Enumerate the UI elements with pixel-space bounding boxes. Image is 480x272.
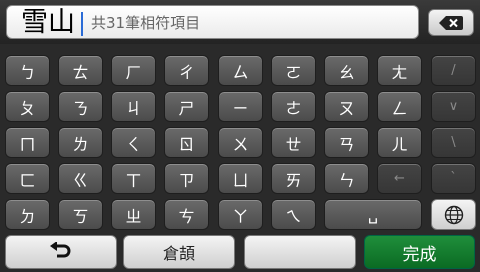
key-t[interactable]: ㄊ — [58, 55, 103, 86]
key-j[interactable]: ㄐ — [111, 91, 156, 122]
key-ao[interactable]: ㄠ — [324, 55, 369, 86]
key-eng[interactable]: ㄥ — [377, 91, 422, 122]
key-left-arrow[interactable]: ← — [377, 163, 422, 194]
key-e[interactable]: ㄜ — [271, 91, 316, 122]
back-button[interactable] — [5, 235, 117, 269]
space-key[interactable]: ␣ — [324, 199, 422, 230]
key-ang[interactable]: ㄤ — [377, 55, 422, 86]
key-x[interactable]: ㄒ — [111, 163, 156, 194]
key-ou[interactable]: ㄡ — [324, 91, 369, 122]
key-er[interactable]: ㄦ — [377, 127, 422, 158]
key-tone-3[interactable]: ∨ — [431, 91, 476, 122]
key-en[interactable]: ㄣ — [324, 163, 369, 194]
key-b[interactable]: ㄅ — [5, 55, 50, 86]
text-caret — [81, 12, 83, 36]
text-input[interactable]: 雪山 共31筆相符項目 — [6, 5, 419, 39]
key-l[interactable]: ㄌ — [58, 127, 103, 158]
key-r[interactable]: ㄖ — [164, 127, 209, 158]
key-k[interactable]: ㄎ — [58, 199, 103, 230]
blank-button[interactable] — [244, 235, 356, 269]
key-an[interactable]: ㄢ — [324, 127, 369, 158]
key-eh[interactable]: ㄝ — [271, 127, 316, 158]
key-tone-2[interactable]: / — [431, 55, 476, 86]
key-ai[interactable]: ㄞ — [271, 163, 316, 194]
globe-icon — [444, 205, 463, 224]
key-q[interactable]: ㄑ — [111, 127, 156, 158]
key-m[interactable]: ㄇ — [5, 127, 50, 158]
key-d[interactable]: ㄉ — [5, 199, 50, 230]
key-a[interactable]: ㄚ — [218, 199, 263, 230]
key-zh[interactable]: ㄓ — [111, 199, 156, 230]
input-bar: 雪山 共31筆相符項目 — [0, 0, 480, 44]
key-tone-4[interactable]: \ — [431, 127, 476, 158]
cangjie-button[interactable]: 倉頡 — [123, 235, 235, 269]
key-z[interactable]: ㄗ — [164, 163, 209, 194]
typed-text: 雪山 — [21, 7, 75, 38]
backspace-icon — [439, 15, 463, 30]
key-h[interactable]: ㄏ — [111, 55, 156, 86]
done-button[interactable]: 完成 — [364, 235, 475, 269]
key-o[interactable]: ㄛ — [271, 55, 316, 86]
key-s[interactable]: ㄙ — [218, 55, 263, 86]
key-u[interactable]: ㄨ — [218, 127, 263, 158]
key-c[interactable]: ㄘ — [164, 199, 209, 230]
key-f[interactable]: ㄈ — [5, 163, 50, 194]
key-p[interactable]: ㄆ — [5, 91, 50, 122]
key-tone-neutral[interactable]: ˋ — [431, 163, 476, 194]
match-count-hint: 共31筆相符項目 — [91, 14, 201, 32]
key-i[interactable]: ㄧ — [218, 91, 263, 122]
key-n[interactable]: ㄋ — [58, 91, 103, 122]
key-ei[interactable]: ㄟ — [271, 199, 316, 230]
key-g[interactable]: ㄍ — [58, 163, 103, 194]
back-arrow-icon — [50, 242, 71, 258]
key-ch[interactable]: ㄔ — [164, 55, 209, 86]
language-button[interactable] — [431, 199, 476, 230]
key-sh[interactable]: ㄕ — [164, 91, 209, 122]
key-yu[interactable]: ㄩ — [218, 163, 263, 194]
backspace-button[interactable] — [428, 9, 474, 36]
